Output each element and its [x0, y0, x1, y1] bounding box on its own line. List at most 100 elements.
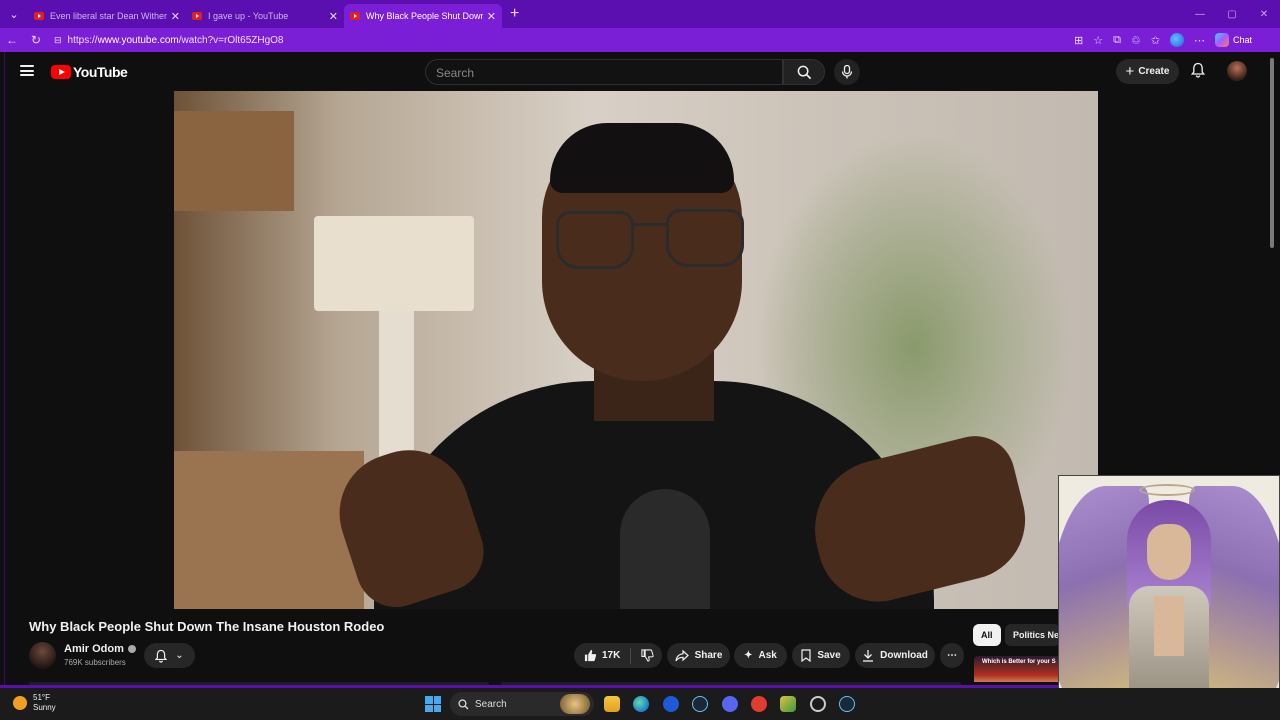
extensions-icon[interactable]: ⧉	[1113, 34, 1121, 47]
temperature: 51°F	[33, 693, 50, 702]
edge-browser-icon[interactable]	[633, 696, 649, 712]
dislike-button[interactable]	[641, 649, 655, 662]
new-tab-icon[interactable]: +	[510, 5, 519, 23]
notifications-bell-icon[interactable]	[1191, 62, 1205, 78]
video-microphone	[620, 489, 710, 609]
video-shelf	[174, 111, 294, 211]
youtube-logo-text: YouTube	[73, 64, 128, 80]
menu-icon[interactable]	[20, 65, 34, 76]
video-lamp-base	[379, 311, 414, 471]
minimize-icon[interactable]: —	[1184, 9, 1216, 20]
steam-alt-icon[interactable]	[839, 696, 855, 712]
back-icon[interactable]: ←	[0, 33, 24, 47]
app-red-s-icon[interactable]	[751, 696, 767, 712]
url-path: /watch?v=rOlt65ZHgO8	[178, 34, 284, 46]
subscribed-notification-button[interactable]: ⌄	[144, 643, 195, 668]
app-available-icon[interactable]: ⊞	[1074, 34, 1083, 47]
search-input[interactable]: Search	[425, 59, 783, 85]
windows-taskbar: 51°F Sunny Search	[0, 688, 1280, 720]
video-glasses-right	[666, 209, 744, 267]
share-label: Share	[694, 650, 723, 661]
chip-all[interactable]: All	[973, 624, 1001, 646]
favorites-icon[interactable]: ✩	[1151, 34, 1160, 47]
thumbs-up-icon	[584, 649, 597, 662]
browser-tab-active[interactable]: Why Black People Shut Down The ✕	[344, 4, 502, 28]
save-label: Save	[817, 650, 841, 661]
overlay-image-angel-artwork[interactable]	[1058, 475, 1280, 720]
video-speaker-hair	[550, 123, 734, 193]
like-button[interactable]: 17K	[584, 649, 620, 662]
close-tab-icon[interactable]: ✕	[171, 10, 180, 23]
weather-text: 51°F Sunny	[33, 693, 56, 713]
sparkle-icon: ✦	[744, 650, 753, 661]
search-icon	[797, 65, 811, 79]
weather-widget[interactable]: 51°F Sunny	[13, 693, 56, 713]
more-menu-icon[interactable]: ⋯	[1194, 34, 1205, 47]
tab-title: I gave up - YouTube	[208, 11, 289, 21]
close-tab-icon[interactable]: ✕	[487, 10, 496, 23]
video-cabinet	[174, 451, 364, 609]
youtube-play-icon	[51, 65, 71, 79]
browser-titlebar: ⌄ Even liberal star Dean Withers th ✕ I …	[0, 0, 1280, 28]
taskbar-search-label: Search	[475, 698, 507, 710]
app-yellow-green-icon[interactable]	[780, 696, 796, 712]
download-label: Download	[880, 650, 928, 661]
steam-icon[interactable]	[692, 696, 708, 712]
refresh-icon[interactable]: ↻	[24, 33, 48, 47]
like-divider	[630, 647, 632, 664]
browser-essentials-icon[interactable]: ♲	[1131, 34, 1141, 47]
download-icon	[863, 650, 874, 662]
copilot-icon	[1215, 33, 1230, 47]
notification-bell-icon	[155, 649, 168, 663]
channel-avatar[interactable]	[29, 642, 56, 669]
maximize-icon[interactable]: ▢	[1216, 9, 1248, 20]
like-count: 17K	[602, 650, 621, 661]
profile-icon[interactable]	[1170, 33, 1185, 47]
search-icon	[458, 698, 469, 709]
scrollbar-thumb[interactable]	[1270, 58, 1274, 248]
window-controls: — ▢ ✕	[1184, 0, 1280, 28]
site-info-icon[interactable]: ⊟	[54, 35, 62, 46]
more-actions-button[interactable]: ⋯	[940, 643, 964, 668]
browser-tab[interactable]: Even liberal star Dean Withers th ✕	[28, 4, 186, 28]
browser-tab[interactable]: I gave up - YouTube ✕	[186, 4, 344, 28]
file-explorer-icon[interactable]	[604, 696, 620, 712]
channel-name-row[interactable]: Amir Odom	[64, 643, 136, 655]
share-icon	[674, 649, 689, 661]
search-button[interactable]	[783, 59, 825, 85]
plus-icon: +	[1125, 63, 1135, 80]
url-host: www.youtube.com	[97, 34, 179, 46]
url-field[interactable]: ⊟ https://www.youtube.com/watch?v=rOlt65…	[54, 30, 1064, 50]
create-label: Create	[1138, 66, 1170, 77]
artwork-chest	[1154, 596, 1184, 656]
create-button[interactable]: + Create	[1116, 59, 1179, 84]
tab-title: Why Black People Shut Down The	[366, 11, 483, 21]
youtube-favicon-icon	[192, 12, 202, 20]
youtube-logo[interactable]: YouTube	[51, 64, 128, 80]
favorite-star-icon[interactable]: ☆	[1093, 34, 1103, 47]
chip-politics-news[interactable]: Politics Ne	[1005, 624, 1060, 646]
video-player[interactable]	[174, 91, 1098, 609]
app-circle-icon[interactable]	[810, 696, 826, 712]
channel-name[interactable]: Amir Odom	[64, 643, 124, 655]
taskbar-search-box[interactable]: Search	[450, 692, 594, 716]
voice-search-button[interactable]	[834, 59, 860, 85]
close-tab-icon[interactable]: ✕	[329, 10, 338, 23]
copilot-chat-button[interactable]: Chat	[1215, 33, 1252, 47]
share-button[interactable]: Share	[667, 643, 730, 668]
suggested-thumbnail-text: Which is Better for your S	[982, 659, 1056, 665]
tab-list-chevron-icon[interactable]: ⌄	[0, 0, 28, 28]
account-avatar[interactable]	[1227, 61, 1247, 81]
save-button[interactable]: Save	[792, 643, 850, 668]
ask-button[interactable]: ✦ Ask	[734, 643, 787, 668]
search-highlight-image	[560, 694, 590, 714]
tab-title: Even liberal star Dean Withers th	[50, 11, 167, 21]
app-blue-icon[interactable]	[663, 696, 679, 712]
close-window-icon[interactable]: ✕	[1248, 9, 1280, 20]
discord-icon[interactable]	[722, 696, 738, 712]
youtube-favicon-icon	[350, 12, 360, 20]
download-button[interactable]: Download	[855, 643, 935, 668]
address-bar-row: ← ↻ ⊟ https://www.youtube.com/watch?v=rO…	[0, 28, 1280, 52]
video-glasses-left	[556, 211, 634, 269]
windows-start-icon[interactable]	[425, 696, 441, 712]
